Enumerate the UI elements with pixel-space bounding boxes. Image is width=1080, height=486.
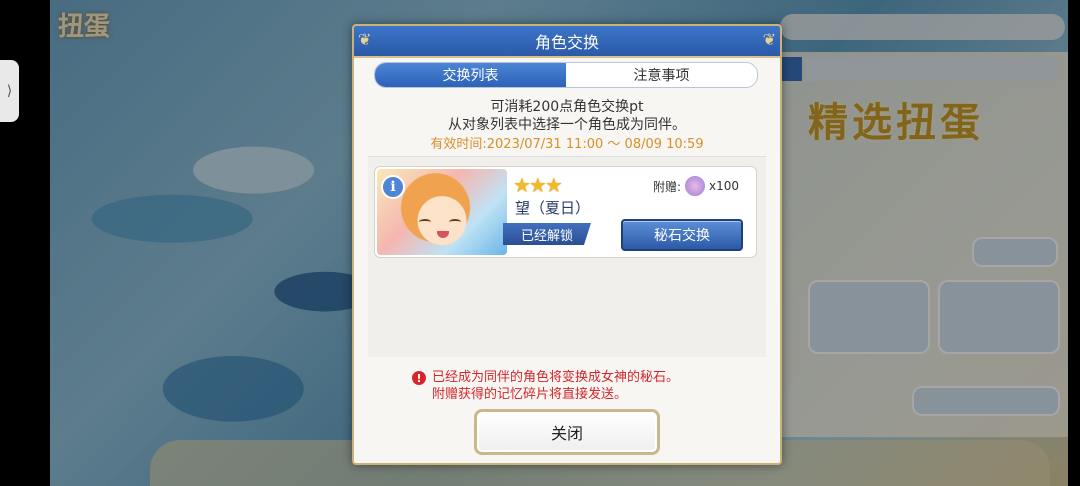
- warning-message: ! 已经成为同伴的角色将变换成女神的秘石。 附赠获得的记忆碎片将直接发送。: [412, 369, 679, 403]
- side-panel-handle[interactable]: ⟩: [0, 60, 19, 122]
- close-button[interactable]: 关闭: [474, 409, 660, 455]
- jewel-exchange-button[interactable]: 秘石交换: [621, 219, 743, 251]
- unlocked-badge: 已经解锁: [503, 223, 591, 245]
- gift-info: 附赠: x100: [653, 175, 739, 197]
- ornament-right-icon: ❦: [762, 30, 776, 49]
- dialog-tabs: 交换列表 注意事项: [374, 62, 758, 88]
- description-line-1: 可消耗200点角色交换pt: [490, 99, 644, 115]
- gift-label: 附赠:: [653, 179, 682, 194]
- gift-quantity: x100: [709, 179, 740, 193]
- tab-exchange-list[interactable]: 交换列表: [375, 63, 566, 87]
- portrait-mouth: [437, 231, 449, 238]
- warning-icon: !: [412, 371, 426, 385]
- dialog-header: ❦ 角色交换 ❦: [354, 26, 780, 58]
- info-icon[interactable]: i: [381, 175, 405, 199]
- dialog-title: 角色交换: [534, 33, 599, 52]
- tab-notes[interactable]: 注意事项: [566, 63, 757, 87]
- warning-line-2: 附赠获得的记忆碎片将直接发送。: [432, 387, 628, 402]
- description-line-2: 从对象列表中选择一个角色成为同伴。: [448, 117, 686, 133]
- character-portrait[interactable]: i: [377, 169, 507, 255]
- rarity-stars-icon: ★★★: [513, 173, 563, 197]
- ornament-left-icon: ❦: [358, 30, 372, 49]
- warning-line-1: 已经成为同伴的角色将变换成女神的秘石。: [432, 370, 680, 385]
- valid-period: 有效时间:2023/07/31 11:00 ～ 08/09 10:59: [430, 137, 704, 152]
- character-name: 望（夏日）: [515, 199, 591, 217]
- character-exchange-dialog: ❦ 角色交换 ❦ 交换列表 注意事项 可消耗200点角色交换pt 从对象列表中选…: [352, 24, 782, 465]
- memory-piece-icon: [684, 175, 707, 197]
- right-letterbox: [1068, 0, 1080, 486]
- character-card: i ★★★ 望（夏日） 已经解锁 附赠: x100 秘石交换: [374, 166, 757, 258]
- portrait-eye-right: [449, 219, 461, 225]
- portrait-eye-left: [419, 219, 431, 225]
